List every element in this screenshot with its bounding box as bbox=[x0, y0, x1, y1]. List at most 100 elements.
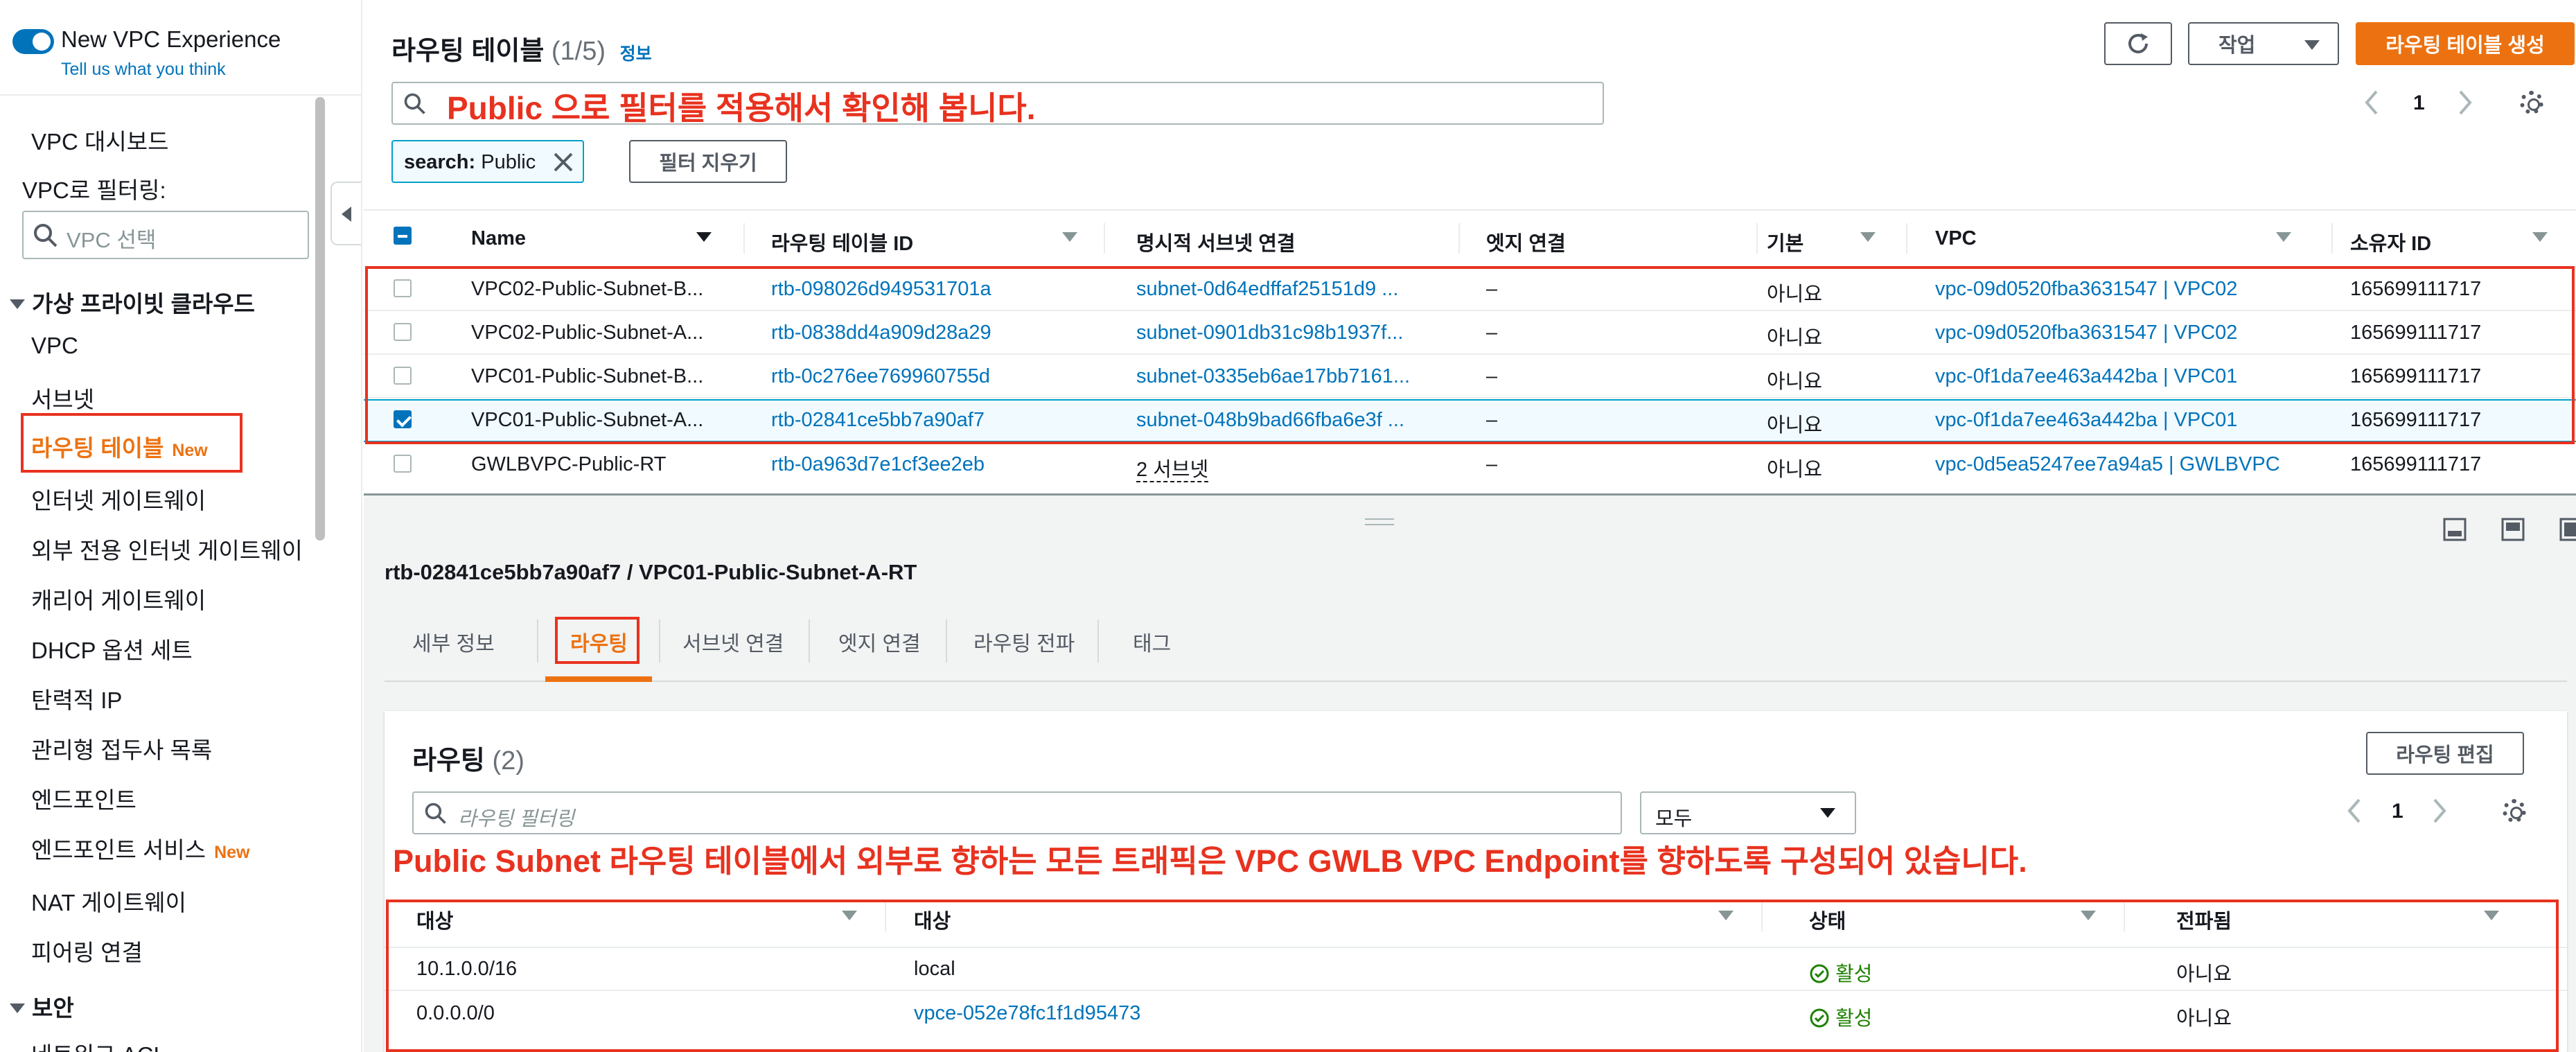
sidebar-item-egress-gateways[interactable]: 외부 전용 인터넷 게이트웨이 bbox=[31, 532, 303, 566]
routes-count: (2) bbox=[492, 746, 524, 775]
select-all-checkbox[interactable] bbox=[394, 227, 412, 245]
remove-filter-icon[interactable] bbox=[552, 151, 574, 173]
tab-separator bbox=[537, 620, 538, 663]
sidebar-item-nat-gateways[interactable]: NAT 게이트웨이 bbox=[31, 884, 186, 918]
annotation-highlight-tab bbox=[555, 617, 639, 664]
refresh-button[interactable] bbox=[2104, 22, 2172, 65]
tab-edge-associations[interactable]: 엣지 연결 bbox=[838, 626, 921, 657]
sort-icon[interactable] bbox=[1860, 232, 1876, 242]
new-badge: New bbox=[214, 843, 250, 862]
sidebar-item-dhcp[interactable]: DHCP 옵션 세트 bbox=[31, 632, 193, 665]
next-page-icon[interactable] bbox=[2458, 89, 2474, 116]
column-separator bbox=[1906, 223, 1907, 254]
sidebar-item-endpoint-services[interactable]: 엔드포인트 서비스 New bbox=[31, 832, 249, 865]
tab-tags[interactable]: 태그 bbox=[1133, 626, 1171, 657]
settings-gear-icon[interactable] bbox=[2503, 799, 2526, 823]
settings-gear-icon[interactable] bbox=[2520, 91, 2543, 114]
sidebar-item-vpc[interactable]: VPC bbox=[31, 333, 78, 359]
filter-token-key: search: bbox=[404, 151, 476, 173]
annotation-highlight-sidebar bbox=[21, 413, 242, 473]
column-header-route-table-id[interactable]: 라우팅 테이블 ID bbox=[771, 227, 913, 256]
selection-count: (1/5) bbox=[551, 37, 606, 66]
sidebar-item-internet-gateways[interactable]: 인터넷 게이트웨이 bbox=[31, 482, 206, 516]
sidebar: New VPC Experience Tell us what you thin… bbox=[0, 0, 362, 1052]
sidebar-item-prefix-lists[interactable]: 관리형 접두사 목록 bbox=[31, 732, 212, 765]
sort-icon[interactable] bbox=[2276, 232, 2291, 242]
page-number[interactable]: 1 bbox=[2413, 91, 2425, 115]
routes-page-number[interactable]: 1 bbox=[2392, 800, 2403, 823]
route-table-id-link[interactable]: rtb-0a963d7e1cf3ee2eb bbox=[771, 453, 985, 476]
clear-filters-button[interactable]: 필터 지우기 bbox=[629, 140, 787, 183]
section-security[interactable]: 보안 bbox=[10, 990, 74, 1023]
routes-scope-value: 모두 bbox=[1655, 808, 1693, 830]
actions-dropdown[interactable]: 작업 bbox=[2188, 22, 2339, 65]
previous-page-icon[interactable] bbox=[2363, 89, 2379, 116]
panel-bottom-icon[interactable] bbox=[2442, 517, 2467, 542]
column-header-main[interactable]: 기본 bbox=[1767, 227, 1803, 256]
search-icon bbox=[34, 224, 58, 247]
caret-down-icon bbox=[2304, 40, 2320, 50]
panel-full-icon[interactable] bbox=[2559, 517, 2576, 542]
tab-route-propagation[interactable]: 라우팅 전파 bbox=[973, 626, 1075, 657]
subnet-count[interactable]: 2 서브넷 bbox=[1136, 453, 1441, 482]
previous-page-icon[interactable] bbox=[2345, 797, 2362, 825]
filter-token: search: Public bbox=[391, 140, 584, 183]
column-header-name[interactable]: Name bbox=[471, 227, 526, 250]
vpc-link[interactable]: vpc-0d5ea5247ee7a94a5 | GWLBVPC bbox=[1935, 453, 2280, 476]
page-title: 라우팅 테이블 (1/5) 정보 bbox=[391, 29, 652, 67]
routes-filter-input[interactable]: 라우팅 필터링 bbox=[412, 791, 1622, 834]
sidebar-collapse-button[interactable] bbox=[330, 182, 361, 245]
sidebar-item-subnets[interactable]: 서브넷 bbox=[31, 381, 94, 414]
sidebar-item-network-acl[interactable]: 네트워크 ACL bbox=[31, 1037, 166, 1052]
sidebar-divider bbox=[0, 94, 361, 96]
edit-routes-button[interactable]: 라우팅 편집 bbox=[2366, 732, 2524, 775]
route-tables-panel: 라우팅 테이블 (1/5) 정보 작업 라우팅 테이블 생성 Public 으로… bbox=[364, 0, 2576, 493]
feedback-link[interactable]: Tell us what you think bbox=[61, 60, 226, 80]
create-route-table-button[interactable]: 라우팅 테이블 생성 bbox=[2356, 22, 2575, 65]
new-experience-toggle[interactable] bbox=[12, 29, 54, 54]
sort-icon[interactable] bbox=[2532, 232, 2548, 242]
annotation-highlight-routes bbox=[386, 900, 2559, 1052]
page-title-text: 라우팅 테이블 bbox=[391, 37, 545, 66]
active-tab-indicator bbox=[545, 676, 652, 682]
column-header-vpc[interactable]: VPC bbox=[1935, 227, 1977, 250]
detail-title: rtb-02841ce5bb7a90af7 / VPC01-Public-Sub… bbox=[385, 560, 917, 584]
sort-desc-icon[interactable] bbox=[696, 232, 712, 242]
tab-subnet-associations[interactable]: 서브넷 연결 bbox=[682, 626, 784, 657]
sidebar-item-endpoints[interactable]: 엔드포인트 bbox=[31, 782, 136, 815]
row-checkbox[interactable] bbox=[394, 455, 412, 473]
tab-separator bbox=[809, 620, 810, 663]
sidebar-scrollbar[interactable] bbox=[315, 97, 325, 541]
main-value: 아니요 bbox=[1767, 459, 1823, 481]
search-annotation: Public 으로 필터를 적용해서 확인해 봅니다. bbox=[447, 90, 1036, 126]
column-header-edge[interactable]: 엣지 연결 bbox=[1486, 227, 1566, 256]
actions-label: 작업 bbox=[2218, 35, 2256, 57]
info-link[interactable]: 정보 bbox=[620, 44, 652, 64]
search-icon bbox=[425, 803, 446, 824]
caret-down-icon bbox=[10, 299, 25, 309]
panel-side-icon[interactable] bbox=[2500, 517, 2525, 542]
column-header-explicit-subnet[interactable]: 명시적 서브넷 연결 bbox=[1136, 227, 1296, 256]
table-row[interactable]: GWLBVPC-Public-RT rtb-0a963d7e1cf3ee2eb … bbox=[364, 444, 2576, 486]
vpc-filter-select[interactable]: VPC 선택 bbox=[22, 211, 309, 259]
section-vpc-label: 가상 프라이빗 클라우드 bbox=[32, 291, 255, 317]
column-header-owner[interactable]: 소유자 ID bbox=[2350, 227, 2431, 256]
sidebar-item-elastic-ip[interactable]: 탄력적 IP bbox=[31, 682, 122, 715]
sidebar-item-dashboard[interactable]: VPC 대시보드 bbox=[31, 123, 168, 157]
tab-details[interactable]: 세부 정보 bbox=[412, 626, 495, 657]
routes-panel: 라우팅 (2) 라우팅 편집 라우팅 필터링 모두 1 Public Subne… bbox=[385, 711, 2567, 1052]
sidebar-item-carrier-gateways[interactable]: 캐리어 게이트웨이 bbox=[31, 582, 206, 615]
tab-separator bbox=[659, 620, 660, 663]
table-divider bbox=[364, 209, 2576, 211]
next-page-icon[interactable] bbox=[2432, 797, 2449, 825]
sort-icon[interactable] bbox=[1062, 232, 1077, 242]
resize-handle-icon[interactable] bbox=[1365, 518, 1394, 525]
routes-scope-select[interactable]: 모두 bbox=[1640, 791, 1856, 834]
row-name: GWLBVPC-Public-RT bbox=[471, 453, 667, 475]
chevron-left-icon bbox=[342, 207, 351, 222]
tab-separator bbox=[1097, 620, 1099, 663]
sidebar-item-peering[interactable]: 피어링 연결 bbox=[31, 934, 143, 967]
section-vpc[interactable]: 가상 프라이빗 클라우드 bbox=[10, 286, 255, 319]
caret-down-icon bbox=[1820, 808, 1835, 818]
routes-title-text: 라우팅 bbox=[412, 746, 485, 775]
